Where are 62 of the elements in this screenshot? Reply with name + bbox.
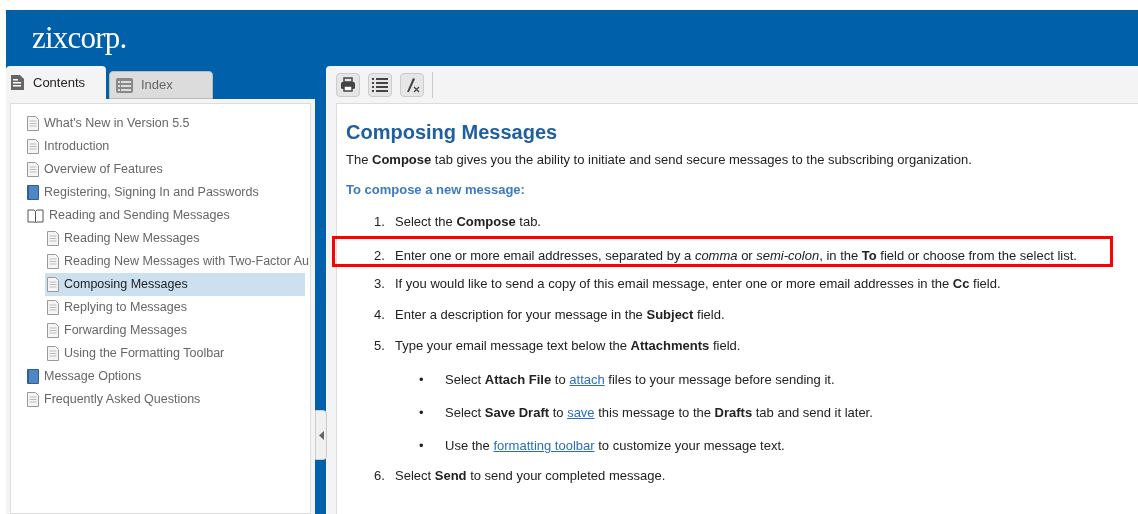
page-icon bbox=[47, 254, 59, 269]
collapse-handle[interactable] bbox=[315, 410, 327, 460]
sidebar-tab[interactable]: Index bbox=[109, 71, 213, 99]
toc-item[interactable]: What's New in Version 5.5 bbox=[25, 112, 285, 135]
toc-item[interactable]: Reading New Messages bbox=[45, 227, 305, 250]
open-book-icon bbox=[27, 208, 44, 223]
step-number: 4. bbox=[374, 306, 386, 324]
bullet-text: Use the formatting toolbar to customize your message text. bbox=[445, 437, 785, 455]
help-link[interactable]: attach bbox=[569, 372, 605, 387]
toc-item[interactable]: Introduction bbox=[25, 135, 285, 158]
help-link[interactable]: formatting toolbar bbox=[493, 438, 595, 453]
list-icon bbox=[372, 76, 388, 93]
bullet-mark: • bbox=[419, 437, 425, 455]
sidebar-tab[interactable]: Contents bbox=[6, 66, 106, 99]
toc-item[interactable]: Registering, Signing In and Passwords bbox=[25, 181, 285, 204]
step-text: Enter a description for your message in the Subject field. bbox=[395, 306, 725, 324]
book-icon bbox=[27, 369, 39, 384]
bullet-mark: • bbox=[419, 371, 425, 389]
toc-item[interactable]: Forwarding Messages bbox=[45, 319, 305, 342]
toc-item[interactable]: Composing Messages bbox=[45, 273, 305, 296]
toc-item[interactable]: Using the Formatting Toolbar bbox=[45, 342, 305, 365]
page-icon bbox=[27, 139, 39, 154]
article-title: Composing Messages bbox=[346, 120, 559, 144]
step-text: Select Send to send your completed message. bbox=[395, 467, 666, 485]
toc-item[interactable]: Overview of Features bbox=[25, 158, 285, 181]
zixcorp-logo: zixcorp. bbox=[32, 18, 127, 57]
book-icon bbox=[27, 185, 39, 200]
toolbar-button[interactable] bbox=[400, 72, 424, 97]
toc-item[interactable]: Frequently Asked Questions bbox=[25, 388, 285, 411]
step-text: Type your email message text below the Attachments field. bbox=[395, 337, 741, 355]
toc-item[interactable]: Reading and Sending Messages bbox=[25, 204, 285, 227]
step-number: 6. bbox=[374, 467, 386, 485]
page-icon bbox=[27, 392, 39, 407]
toc-item[interactable]: Message Options bbox=[25, 365, 285, 388]
page-icon bbox=[27, 116, 39, 131]
step-number: 2. bbox=[374, 247, 386, 265]
page-icon bbox=[27, 162, 39, 177]
step-number: 5. bbox=[374, 337, 386, 355]
page-icon bbox=[47, 323, 59, 338]
page-icon bbox=[47, 277, 59, 292]
toc-item[interactable]: Replying to Messages bbox=[45, 296, 305, 319]
step-text: If you would like to send a copy of this email message, enter one or more email addresses in the Cc field. bbox=[395, 275, 1001, 293]
list-icon bbox=[116, 77, 133, 93]
step-number: 3. bbox=[374, 275, 386, 293]
bullet-text: Select Save Draft to save this message to the Drafts tab and send it later. bbox=[445, 404, 873, 422]
intro-text: The Compose tab gives you the ability to initiate and send secure messages to the subscribing organization. bbox=[346, 151, 973, 169]
bullet-text: Select Attach File to attach files to your message before sending it. bbox=[445, 371, 835, 389]
toolbar-button[interactable] bbox=[368, 72, 392, 97]
help-link[interactable]: save bbox=[567, 405, 595, 420]
step-text: Enter one or more email addresses, separated by a comma or semi-colon, in the To field or choose from the select list. bbox=[395, 247, 1077, 265]
bullet-mark: • bbox=[419, 404, 425, 422]
clear-formatting-icon bbox=[404, 76, 420, 93]
print-icon bbox=[340, 76, 356, 93]
toolbar-button[interactable] bbox=[336, 72, 360, 97]
subheading: To compose a new message: bbox=[346, 180, 526, 199]
step-text: Select the Compose tab. bbox=[395, 213, 541, 231]
collapse-arrow-icon bbox=[318, 430, 324, 440]
page-icon bbox=[47, 231, 59, 246]
page-icon bbox=[47, 300, 59, 315]
document-icon bbox=[10, 75, 25, 90]
page-icon bbox=[47, 346, 59, 361]
step-number: 1. bbox=[374, 213, 386, 231]
